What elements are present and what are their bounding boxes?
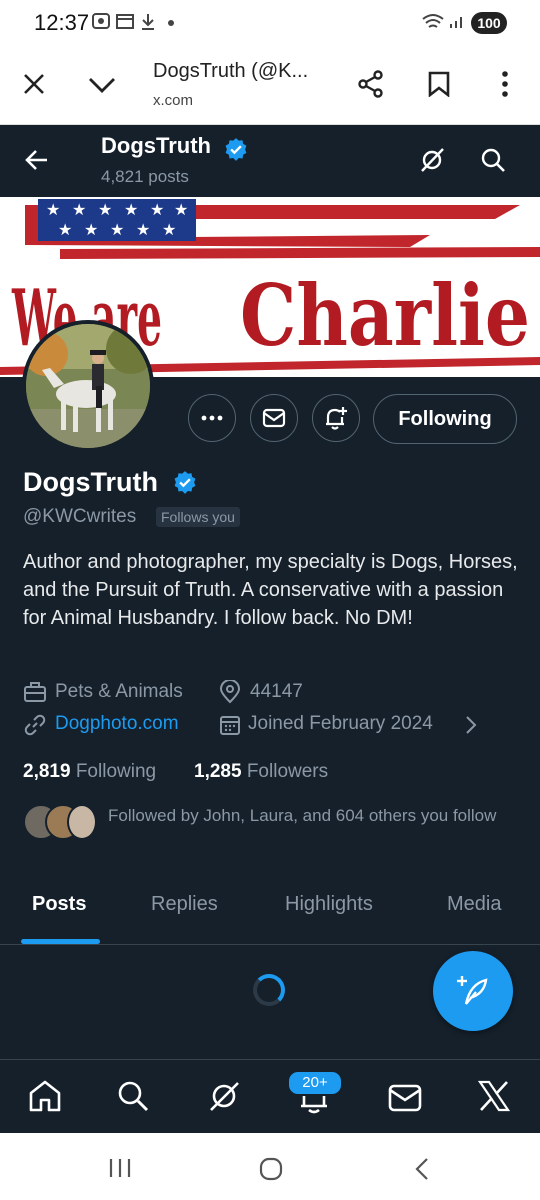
briefcase-icon [24, 682, 46, 707]
more-actions-button[interactable] [188, 394, 236, 442]
bookmark-icon[interactable] [428, 71, 450, 102]
following-label: Following [75, 761, 157, 782]
svg-text:★: ★ [46, 200, 60, 219]
more-options-icon[interactable] [500, 70, 510, 103]
tab-media[interactable]: Media [447, 893, 501, 916]
browser-toolbar: DogsTruth (@K... x.com [0, 46, 540, 125]
followers-stat[interactable]: 1,285 Followers [194, 761, 328, 783]
profile-name: DogsTruth [23, 467, 158, 497]
avatar [67, 804, 97, 840]
followed-by-text[interactable]: Followed by John, Laura, and 604 others … [108, 804, 498, 827]
svg-text:★: ★ [162, 220, 176, 239]
more-horizontal-icon [201, 415, 223, 421]
svg-text:★: ★ [58, 220, 72, 239]
x-logo-icon[interactable] [477, 1080, 511, 1117]
tab-replies[interactable]: Replies [151, 893, 218, 916]
calendar-icon [116, 13, 134, 33]
grok-icon[interactable] [419, 147, 445, 178]
following-stat[interactable]: 2,819 Following [23, 761, 156, 783]
bottom-navigation [0, 1059, 540, 1133]
battery-indicator: 100 [471, 12, 507, 34]
notifications-badge: 20+ [287, 1070, 343, 1096]
profile-joined-date[interactable]: Joined February 2024 [248, 713, 433, 735]
profile-page: DogsTruth 4,821 posts ★ ★ ★ ★ ★ ★ ★ ★ ★ ★ ★ We ar… [0, 125, 540, 1133]
followers-label: Followers [246, 761, 329, 782]
header-name: DogsTruth [101, 133, 211, 158]
notification-dot-icon [168, 20, 174, 26]
profile-category: Pets & Animals [55, 681, 183, 702]
home-icon[interactable] [28, 1080, 62, 1117]
svg-text:★: ★ [174, 200, 188, 219]
calendar-icon [219, 714, 241, 741]
avatar-photo [26, 324, 150, 448]
bell-plus-icon [326, 407, 347, 430]
header-posts-count: 4,821 posts [101, 167, 189, 186]
chevron-right-icon[interactable] [465, 715, 477, 740]
banner-text-charlie: Charlie [240, 266, 530, 365]
system-navigation-bar [0, 1133, 540, 1200]
link-icon [24, 714, 46, 741]
browser-page-title: DogsTruth (@K... [153, 60, 309, 82]
tab-posts[interactable]: Posts [32, 893, 86, 916]
back-arrow-icon[interactable] [25, 149, 49, 176]
profile-top-bar: DogsTruth 4,821 posts [0, 125, 540, 197]
svg-text:★: ★ [124, 200, 138, 219]
message-button[interactable] [250, 394, 298, 442]
notify-button[interactable] [312, 394, 360, 442]
avatar[interactable] [22, 320, 154, 452]
home-button-icon[interactable] [259, 1157, 283, 1186]
followers-count: 1,285 [194, 761, 242, 782]
compose-feather-icon [457, 976, 488, 1005]
location-pin-icon [219, 679, 241, 709]
recent-apps-icon[interactable] [108, 1157, 132, 1184]
explore-search-icon[interactable] [117, 1080, 149, 1117]
verified-badge-icon [172, 470, 198, 501]
profile-location: 44147 [250, 681, 303, 702]
tab-highlights[interactable]: Highlights [285, 893, 373, 916]
loading-spinner [253, 974, 285, 1006]
compose-post-button[interactable] [433, 951, 513, 1031]
chevron-down-icon[interactable] [88, 76, 116, 99]
wifi-icon [421, 13, 445, 35]
grok-icon[interactable] [208, 1080, 240, 1117]
following-button[interactable]: Following [373, 394, 517, 444]
signal-icon [449, 13, 465, 33]
follows-you-badge: Follows you [156, 507, 240, 527]
screenshot-icon [92, 13, 110, 33]
svg-text:★: ★ [150, 200, 164, 219]
close-icon[interactable] [22, 72, 46, 101]
status-time: 12:37 [34, 10, 90, 35]
back-icon[interactable] [414, 1157, 430, 1186]
envelope-icon [262, 408, 286, 428]
verified-badge-icon [223, 137, 249, 168]
profile-bio: Author and photographer, my specialty is… [23, 551, 518, 629]
status-bar: 12:37 100 [0, 0, 540, 46]
svg-text:★: ★ [136, 220, 150, 239]
profile-handle: @KWCwrites [23, 506, 137, 527]
profile-website-link[interactable]: Dogphoto.com [55, 713, 179, 735]
browser-url: x.com [153, 92, 194, 109]
search-icon[interactable] [480, 147, 506, 178]
download-icon [141, 13, 155, 35]
svg-text:★: ★ [98, 200, 112, 219]
messages-envelope-icon[interactable] [388, 1084, 422, 1117]
svg-text:★: ★ [110, 220, 124, 239]
svg-text:★: ★ [72, 200, 86, 219]
mutual-followers-avatars[interactable] [23, 804, 97, 840]
svg-text:★: ★ [84, 220, 98, 239]
share-icon[interactable] [357, 70, 385, 103]
tabs-divider [0, 944, 540, 945]
following-count: 2,819 [23, 761, 71, 782]
